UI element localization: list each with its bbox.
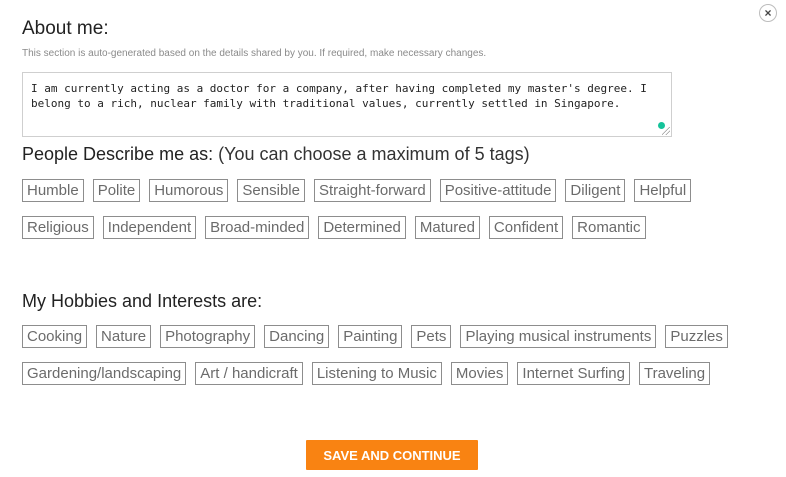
describe-tag[interactable]: Diligent: [565, 179, 626, 202]
describe-tag[interactable]: Positive-attitude: [439, 179, 557, 202]
hobby-tag[interactable]: Photography: [160, 325, 256, 348]
describe-tag[interactable]: Determined: [318, 216, 406, 239]
hobby-tag[interactable]: Internet Surfing: [517, 362, 630, 385]
describe-tag[interactable]: Matured: [414, 216, 480, 239]
describe-tag-list: Humble Polite Humorous Sensible Straight-for…: [22, 179, 762, 239]
hobby-tag[interactable]: Nature: [96, 325, 152, 348]
describe-tag[interactable]: Humble: [22, 179, 84, 202]
describe-tag[interactable]: Sensible: [237, 179, 305, 202]
describe-subtitle: (You can choose a maximum of 5 tags): [218, 144, 530, 164]
about-note: This section is auto-generated based on …: [22, 48, 487, 59]
describe-title: People Describe me as: (You can choose a…: [22, 144, 530, 165]
describe-tag[interactable]: Helpful: [634, 179, 692, 202]
hobby-tag[interactable]: Painting: [338, 325, 403, 348]
describe-tag[interactable]: Independent: [102, 216, 197, 239]
about-textarea[interactable]: I am currently acting as a doctor for a …: [23, 73, 671, 136]
describe-title-text: People Describe me as:: [22, 144, 214, 164]
close-icon[interactable]: ×: [759, 4, 777, 22]
hobby-tag[interactable]: Traveling: [638, 362, 711, 385]
describe-tag[interactable]: Humorous: [149, 179, 229, 202]
hobbies-title: My Hobbies and Interests are:: [22, 291, 263, 311]
hobby-tag[interactable]: Pets: [411, 325, 452, 348]
resize-grip-icon[interactable]: [662, 127, 670, 135]
hobby-tag[interactable]: Listening to Music: [311, 362, 442, 385]
describe-tag[interactable]: Polite: [92, 179, 141, 202]
hobby-tag[interactable]: Gardening/landscaping: [22, 362, 187, 385]
hobby-tag[interactable]: Dancing: [264, 325, 330, 348]
about-title: About me:: [22, 18, 109, 39]
hobby-tag[interactable]: Puzzles: [665, 325, 728, 348]
about-textarea-container: I am currently acting as a doctor for a …: [22, 72, 672, 137]
describe-tag[interactable]: Religious: [22, 216, 94, 239]
hobby-tag[interactable]: Cooking: [22, 325, 88, 348]
hobbies-tag-list: Cooking Nature Photography Dancing Painting P…: [22, 325, 762, 385]
hobby-tag[interactable]: Movies: [450, 362, 509, 385]
describe-tag[interactable]: Broad-minded: [205, 216, 310, 239]
save-and-continue-button[interactable]: SAVE AND CONTINUE: [306, 440, 478, 470]
describe-tag[interactable]: Straight-forward: [313, 179, 431, 202]
describe-tag[interactable]: Romantic: [572, 216, 646, 239]
hobby-tag[interactable]: Art / handicraft: [195, 362, 303, 385]
hobby-tag[interactable]: Playing musical instruments: [460, 325, 657, 348]
describe-tag[interactable]: Confident: [488, 216, 564, 239]
